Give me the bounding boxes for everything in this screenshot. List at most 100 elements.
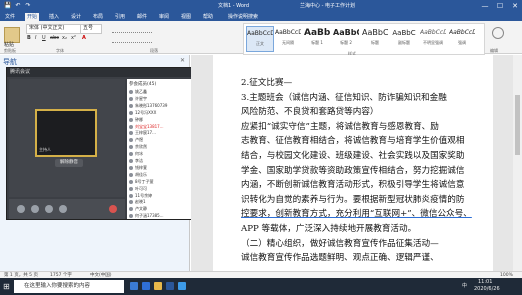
tell-me-search[interactable]: 操作说明搜索 [226,13,260,21]
avatar-icon [129,103,133,108]
participant-name: 余欣然 [135,144,147,150]
align-buttons-icon[interactable] [112,35,152,43]
tab-mailings[interactable]: 邮件 [135,13,149,21]
close-button[interactable]: ✕ [508,1,522,11]
avatar-icon [129,165,133,170]
style-item[interactable]: AaBbC 标题 [362,26,388,50]
bold-button[interactable]: B [27,35,31,42]
style-item[interactable]: AaBbCcDc正文 [246,26,274,52]
participant-name: 钱梓萱 [135,164,147,170]
ribbon-tabs: 文件 开始 插入 设计 布局 引用 邮件 审阅 视图 帮助 操作说明搜索 [0,12,522,21]
navigation-title: 导航 [3,58,17,66]
italic-button[interactable]: I [35,35,36,42]
underline-button[interactable]: U [42,35,46,42]
strikethrough-button[interactable]: abc [50,35,59,42]
browser-icon[interactable] [142,282,150,290]
meeting-title: 腾讯会议 [7,68,210,77]
participant-name: 卢文静 [135,206,147,212]
avatar-icon [129,159,133,163]
editing-group-label: 编辑 [490,48,498,53]
ribbon: 粘贴 宋体 (中文正文) 五号 B I U abc x₂ x² A 剪贴板 字体… [0,21,522,56]
avatar-icon [129,124,133,129]
avatar-icon [129,179,133,184]
superscript-button[interactable]: x² [71,35,76,42]
participant-name: 8号丁子萱 [135,178,154,184]
font-name-box[interactable]: 宋体 (中文正文) [26,24,82,34]
tab-file[interactable]: 文件 [3,13,17,21]
tab-layout[interactable]: 布局 [91,13,105,21]
folder-icon[interactable] [154,282,162,290]
list-buttons-icon[interactable] [112,25,152,33]
avatar-icon [129,90,133,94]
word-icon[interactable] [166,282,174,290]
document-area: 2.征文比赛— 3.主题班会（诚信内涵、征信知识、防诈骗知识和金融 风险防范、不良贷… [191,55,522,271]
style-item[interactable]: AaBbCcDc强调 [449,26,475,50]
participant-name: 李洁 [135,158,143,163]
avatar-icon [129,186,133,191]
clock-time[interactable]: 11:01 [478,279,492,286]
maximize-button[interactable]: ☐ [493,1,507,11]
style-item[interactable]: AaBbC标题 2 [333,26,359,50]
participant-name: 11号余婷 [135,192,153,198]
scroll-thumb[interactable] [515,95,520,155]
meeting-app-icon[interactable] [178,282,186,290]
tab-review[interactable]: 审阅 [157,13,171,21]
task-view-icon[interactable] [130,282,138,290]
video-tile[interactable]: 主持人 [35,109,97,157]
document-page[interactable]: 2.征文比赛— 3.主题班会（诚信内涵、征信知识、防诈骗知识和金融 风险防范、不良贷… [213,55,493,271]
font-size-box[interactable]: 五号 [80,24,102,34]
mic-icon[interactable] [17,205,25,213]
participant-name: 叶可可 [135,185,147,191]
paste-icon[interactable] [4,27,20,43]
taskbar-search[interactable]: 在这里输入你要搜索的内容 [14,280,124,293]
subscript-button[interactable]: x₂ [62,35,67,42]
participant-name: 王梓宸17... [135,130,156,136]
avatar-icon [129,152,133,157]
document-line: 3.主题班会（诚信内涵、征信知识、防诈骗知识和金融 [241,92,447,103]
tab-references[interactable]: 引用 [113,13,127,21]
camera-icon[interactable] [31,205,39,213]
tab-view[interactable]: 视图 [179,13,193,21]
styles-gallery: AaBbCcDc正文 AaBbCcDc无间隔 AaBb标题 1 AaBbC标题 … [243,23,485,56]
share-icon[interactable] [45,205,53,213]
avatar-icon [129,145,133,150]
vertical-scrollbar[interactable] [513,55,522,271]
avatar-icon [129,214,133,219]
find-icon[interactable] [492,27,504,39]
paragraph-group-label: 段落 [150,48,158,53]
participant-list-header: 参会成员(45) [129,82,157,87]
style-item[interactable]: AaBbCcDc不明显强调 [420,26,446,50]
tab-design[interactable]: 设计 [69,13,83,21]
tab-help[interactable]: 帮助 [201,13,215,21]
unmute-button[interactable]: 解除静音 [55,159,83,167]
avatar-icon [129,96,133,101]
document-line: 内涵，不断创新诚信教育活动形式，积极引导学生将诚信意 [241,180,465,191]
meeting-controls [9,199,125,219]
font-color-button[interactable]: A [82,35,86,42]
save-icon[interactable]: 💾 [4,2,12,9]
minimize-button[interactable]: — [478,1,492,11]
close-icon[interactable]: ✕ [180,57,185,64]
leave-icon[interactable] [109,205,117,213]
meeting-main-area: 主持人 解除静音 [9,79,125,197]
redo-icon[interactable]: ↷ [24,2,32,9]
document-line: 识转化为自觉的素养与行为。要根据新型冠状肺炎疫情的防 [241,194,465,205]
style-item[interactable]: AaBbCcDc无间隔 [275,26,301,50]
input-language[interactable]: 中 [462,281,467,292]
start-button[interactable]: ⊞ [3,281,10,292]
clipboard-group-label: 剪贴板 [4,48,16,53]
undo-icon[interactable]: ↶ [14,2,22,9]
style-item[interactable]: AaBb 标题 1 [304,26,330,50]
taskbar: ⊞ 在这里输入你要搜索的内容 中 11:01 2020/6/26 [0,278,522,295]
participant-name: 胡佳乐 [135,171,147,177]
avatar-icon [129,172,133,177]
tab-insert[interactable]: 插入 [47,13,61,21]
style-item[interactable]: AaBbC 副标题 [391,26,417,50]
avatar-icon [129,138,133,143]
clock-date[interactable]: 2020/6/26 [474,286,500,293]
tab-home[interactable]: 开始 [25,13,40,21]
app-subtitle: 兰海中心 - 电子工作计划 [300,3,355,9]
members-icon[interactable] [59,205,67,213]
document-line: 学金、国家助学贷款等资助政策宣传相结合，努力挖掘诚信 [241,165,465,176]
document-line: 诚信教育宣传作品选题鲜明、观点正确、逻辑严谨、 [241,253,439,264]
